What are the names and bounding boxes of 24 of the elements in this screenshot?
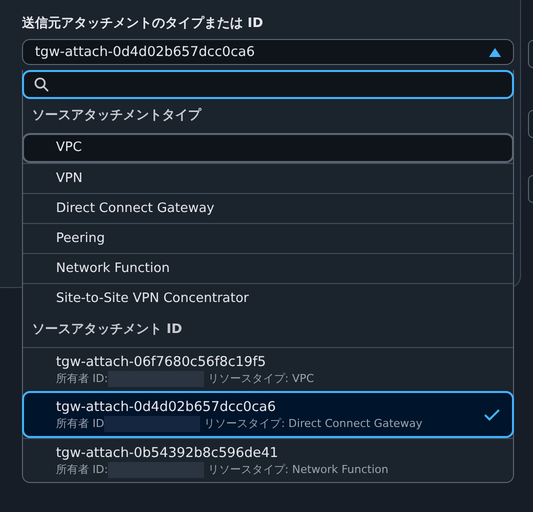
owner-label: 所有者 ID [56,416,104,432]
search-icon [34,77,49,92]
dropdown-option[interactable]: Peering [23,223,513,253]
dropdown-option[interactable]: tgw-attach-0d4d02b657dcc0ca6 所有者 ID リソースタイプ: Direct Connect Gateway [22,391,514,438]
dropdown-option[interactable]: VPC [22,133,514,163]
group-heading: ソースアタッチメントタイプ [31,106,203,125]
resource-type: リソースタイプ: Direct Connect Gateway [204,416,422,432]
check-icon [484,409,500,421]
dropdown-option[interactable]: Site-to-Site VPN Concentrator [23,283,513,313]
resource-type: リソースタイプ: VPC [208,371,314,387]
dropdown-option[interactable]: VPN [23,163,513,193]
field-label: 送信元アタッチメントのタイプまたは ID [22,14,264,33]
attachment-id: tgw-attach-06f7680c56f8c19f5 [56,353,267,371]
owner-label: 所有者 ID: [56,371,108,387]
group-heading: ソースアタッチメント ID [31,321,184,339]
select-field[interactable]: tgw-attach-0d4d02b657dcc0ca6 [22,39,514,65]
dropdown-option[interactable]: Direct Connect Gateway [23,193,513,223]
attachment-id: tgw-attach-0b54392b8c596de41 [56,444,280,462]
owner-label: 所有者 ID: [56,462,108,478]
attachment-id: tgw-attach-0d4d02b657dcc0ca6 [56,398,277,416]
search-field[interactable] [22,70,514,99]
dropdown-option[interactable]: tgw-attach-0b54392b8c596de41 所有者 ID: リソースタイプ: Network Function [23,438,513,482]
dropdown-option[interactable]: Network Function [23,253,513,283]
resource-type: リソースタイプ: Network Function [208,462,388,478]
